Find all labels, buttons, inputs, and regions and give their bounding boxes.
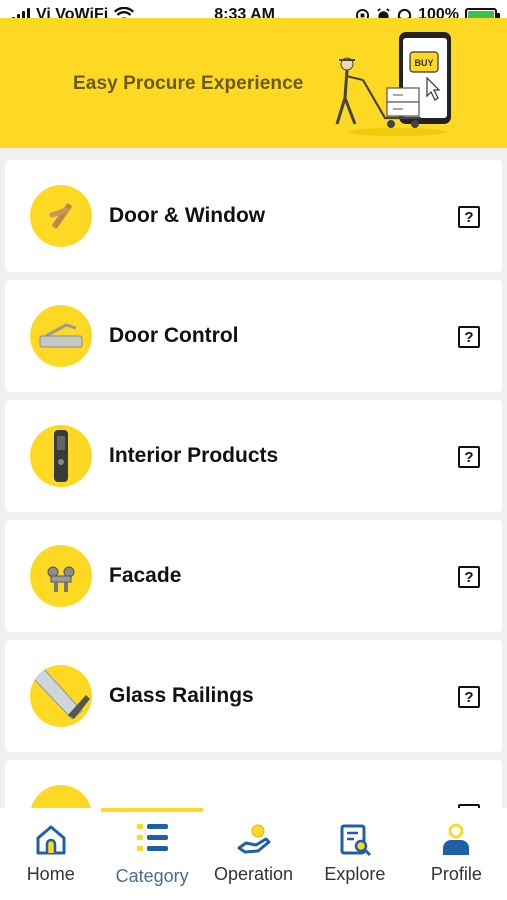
door-closer-icon bbox=[30, 305, 92, 367]
nav-label: Profile bbox=[430, 864, 482, 884]
home-icon bbox=[36, 825, 66, 855]
promo-banner[interactable]: Easy Procure Experience BUY bbox=[0, 18, 507, 148]
banner-tagline: Easy Procure Experience bbox=[73, 73, 304, 94]
category-list[interactable]: Door & Window ? Door Control ? Interior … bbox=[5, 160, 502, 810]
explore-search-icon bbox=[340, 824, 371, 857]
nav-explore[interactable]: Explore bbox=[304, 808, 405, 900]
nav-label: Operation bbox=[213, 864, 294, 884]
category-label: Interior Products bbox=[109, 444, 279, 467]
nav-category[interactable]: Category bbox=[101, 808, 203, 900]
active-tab-indicator bbox=[101, 808, 203, 812]
nav-profile[interactable]: Profile bbox=[406, 808, 507, 900]
operation-hand-icon bbox=[237, 824, 271, 854]
category-card-door-control[interactable]: Door Control ? bbox=[5, 280, 502, 392]
digital-lock-icon bbox=[30, 425, 92, 487]
category-list-icon bbox=[137, 824, 169, 851]
door-handle-icon bbox=[30, 185, 92, 247]
help-icon[interactable]: ? bbox=[458, 566, 480, 588]
category-label: Door Control bbox=[109, 324, 239, 347]
category-card-interior-products[interactable]: Interior Products ? bbox=[5, 400, 502, 512]
nav-home[interactable]: Home bbox=[0, 808, 101, 900]
help-icon[interactable]: ? bbox=[458, 446, 480, 468]
help-icon[interactable]: ? bbox=[458, 326, 480, 348]
help-icon[interactable]: ? bbox=[458, 206, 480, 228]
nav-label: Explore bbox=[324, 864, 386, 884]
category-card-partial[interactable] bbox=[5, 760, 502, 810]
shopping-illustration-icon: BUY bbox=[335, 32, 451, 136]
nav-label: Home bbox=[26, 864, 75, 884]
category-label: Door & Window bbox=[109, 204, 266, 227]
glass-railing-icon bbox=[30, 665, 92, 727]
bottom-navigation: Home Category Operation Explore Profile bbox=[0, 808, 507, 900]
nav-label: Category bbox=[115, 866, 189, 886]
facade-fitting-icon bbox=[30, 545, 92, 607]
category-card-facade[interactable]: Facade ? bbox=[5, 520, 502, 632]
category-label: Glass Railings bbox=[109, 684, 254, 707]
category-icon bbox=[30, 785, 92, 810]
help-icon[interactable]: ? bbox=[458, 686, 480, 708]
buy-label: BUY bbox=[414, 58, 433, 68]
profile-icon bbox=[443, 823, 470, 855]
nav-operation[interactable]: Operation bbox=[203, 808, 304, 900]
category-card-glass-railings[interactable]: Glass Railings ? bbox=[5, 640, 502, 752]
category-card-door-window[interactable]: Door & Window ? bbox=[5, 160, 502, 272]
category-label: Facade bbox=[109, 564, 182, 587]
